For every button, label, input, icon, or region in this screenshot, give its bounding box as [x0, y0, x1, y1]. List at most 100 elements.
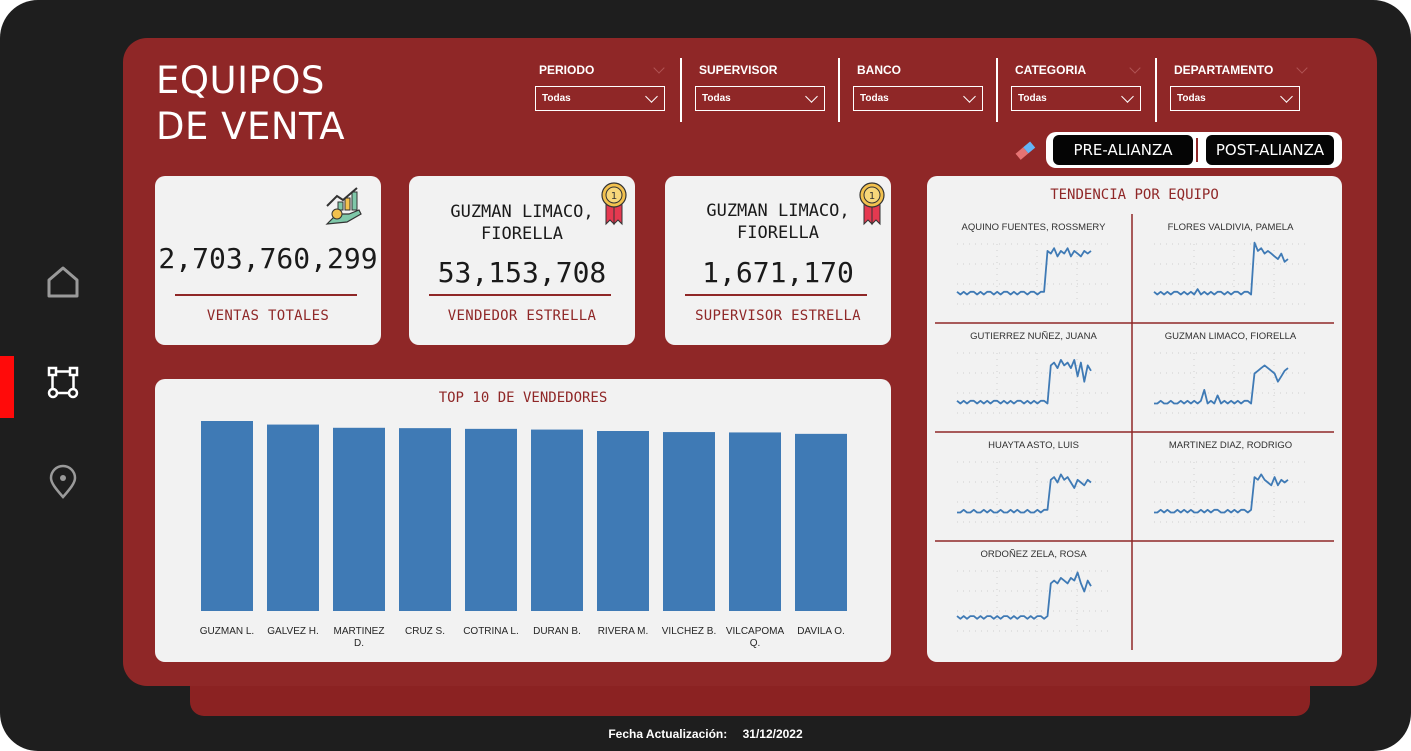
chevron-down-icon	[1121, 90, 1134, 103]
trend-series-label: GUZMAN LIMACO, FIORELLA	[1165, 331, 1297, 342]
bar-category-label: D.	[354, 638, 364, 649]
bar-category-label: RIVERA M.	[598, 626, 649, 637]
kpi-seller-name: GUZMAN LIMACO, FIORELLA	[409, 201, 635, 245]
footer-update-date: Fecha Actualización: 31/12/2022	[0, 727, 1411, 741]
bar-category-label: COTRINA L.	[463, 626, 519, 637]
kpi-seller-name-line2: FIORELLA	[481, 224, 563, 244]
bar-category-label: MARTINEZ	[334, 626, 385, 637]
trend-line[interactable]	[956, 358, 1092, 405]
filter-label: CATEGORIA	[1015, 63, 1087, 77]
kpi-divider	[429, 294, 611, 296]
filter-divider	[996, 58, 998, 122]
filter-label: SUPERVISOR	[699, 63, 778, 77]
bar-category-label: VILCAPOMA	[726, 626, 785, 637]
filter-label: DEPARTAMENTO	[1174, 63, 1274, 77]
bar-category-label: CRUZ S.	[405, 626, 445, 637]
filter-divider	[1155, 58, 1157, 122]
filter-banco: BANCO Todas	[853, 60, 985, 111]
trend-line[interactable]	[1154, 473, 1289, 514]
kpi-divider	[175, 294, 357, 296]
bar[interactable]	[465, 428, 517, 611]
filter-select[interactable]: Todas	[535, 86, 665, 111]
kpi-card-total: 2,703,760,299 VENTAS TOTALES	[155, 176, 381, 345]
trend-series-label: GUTIERREZ NUÑEZ, JUANA	[970, 331, 1097, 342]
filter-categoria: CATEGORIA Todas	[1011, 60, 1143, 111]
bar[interactable]	[663, 432, 715, 611]
filter-select[interactable]: Todas	[695, 86, 825, 111]
kpi-supervisor-value: 1,671,170	[702, 256, 854, 289]
eraser-icon[interactable]	[1013, 139, 1037, 163]
sales-growth-icon	[325, 187, 362, 225]
bar[interactable]	[795, 433, 847, 611]
home-icon[interactable]	[44, 263, 82, 301]
trend-line[interactable]	[1154, 364, 1289, 405]
kpi-supervisor-name-line1: GUZMAN LIMACO,	[706, 201, 850, 221]
filter-label: PERIODO	[539, 63, 595, 77]
flow-icon[interactable]	[44, 363, 82, 401]
kpi-total-value: 2,703,760,299	[158, 242, 378, 275]
trend-line[interactable]	[956, 571, 1092, 620]
footer-date: 31/12/2022	[742, 727, 803, 741]
page-title-line1: EQUIPOS	[156, 59, 325, 102]
kpi-card-supervisor: 1 GUZMAN LIMACO, FIORELLA 1,671,170 SUPE…	[665, 176, 891, 345]
page-title-line2: DE VENTA	[156, 105, 346, 148]
bar[interactable]	[399, 428, 451, 611]
post-alianza-button[interactable]: POST-ALIANZA	[1206, 135, 1334, 165]
bar[interactable]	[531, 429, 583, 611]
bar-category-label: VILCHEZ B.	[662, 626, 716, 637]
footer-label: Fecha Actualización:	[608, 727, 728, 741]
trend-series-label: HUAYTA ASTO, LUIS	[988, 440, 1079, 451]
filter-label: BANCO	[857, 63, 901, 77]
bar-chart: GUZMAN L. GALVEZ H. MARTINEZD. CRUZ S. COTRI…	[200, 421, 847, 649]
chevron-down-icon	[1280, 90, 1293, 103]
bar[interactable]	[729, 432, 781, 611]
nav-active-indicator	[0, 356, 14, 418]
kpi-seller-label: VENDEDOR ESTRELLA	[447, 308, 597, 324]
filter-select[interactable]: Todas	[1170, 86, 1300, 111]
trend-series-label: ORDOÑEZ ZELA, ROSA	[980, 549, 1087, 560]
filter-select[interactable]: Todas	[853, 86, 983, 111]
bar-category-label: DAVILA O.	[797, 626, 845, 637]
location-pin-icon[interactable]	[44, 463, 82, 501]
filter-value: Todas	[860, 93, 889, 104]
chevron-down-icon	[645, 90, 658, 103]
trend-line[interactable]	[1153, 241, 1289, 296]
filter-periodo: PERIODO Todas	[535, 60, 667, 111]
bar[interactable]	[333, 427, 385, 611]
bar-category-label: GUZMAN L.	[200, 626, 254, 637]
toggle-separator	[1196, 138, 1198, 162]
filter-value: Todas	[1018, 93, 1047, 104]
bar[interactable]	[267, 424, 319, 611]
trend-line[interactable]	[957, 473, 1092, 514]
bar-category-label: GALVEZ H.	[267, 626, 319, 637]
kpi-seller-value: 53,153,708	[437, 256, 607, 289]
kpi-supervisor-label: SUPERVISOR ESTRELLA	[695, 308, 861, 324]
trend-series-label: AQUINO FUENTES, ROSSMERY	[962, 222, 1107, 233]
bar[interactable]	[597, 431, 649, 611]
bar-category-label: Q.	[750, 638, 761, 649]
page-title: EQUIPOS DE VENTA	[156, 58, 345, 150]
filter-value: Todas	[1177, 93, 1206, 104]
kpi-supervisor-name-line2: FIORELLA	[737, 223, 819, 243]
kpi-divider	[685, 294, 867, 296]
filter-supervisor: SUPERVISOR Todas	[695, 60, 827, 111]
bar-category-label: DURAN B.	[533, 626, 581, 637]
kpi-card-seller: 1 GUZMAN LIMACO, FIORELLA 53,153,708 VEN…	[409, 176, 635, 345]
filter-value: Todas	[542, 93, 571, 104]
kpi-seller-name-line1: GUZMAN LIMACO,	[450, 202, 594, 222]
trend-chart-card: TENDENCIA POR EQUIPO AQUINO FUENTES, ROS…	[927, 176, 1342, 662]
filter-select[interactable]: Todas	[1011, 86, 1141, 111]
alliance-toggle: PRE-ALIANZA POST-ALIANZA	[1046, 132, 1342, 168]
trend-series-label: FLORES VALDIVIA, PAMELA	[1168, 222, 1294, 233]
chevron-down-icon	[963, 90, 976, 103]
filter-divider	[838, 58, 840, 122]
filter-divider	[680, 58, 682, 122]
trend-small-multiples: AQUINO FUENTES, ROSSMERY FLORES VALDIVIA,…	[935, 214, 1334, 650]
top-sellers-chart-card: TOP 10 DE VENDEDORES GUZMAN L. GALVEZ H. M…	[155, 379, 891, 662]
kpi-total-label: VENTAS TOTALES	[206, 308, 330, 324]
bar[interactable]	[201, 421, 253, 611]
chevron-down-icon	[805, 90, 818, 103]
pre-alianza-button[interactable]: PRE-ALIANZA	[1053, 135, 1193, 165]
trend-line[interactable]	[956, 247, 1092, 296]
filter-departamento: DEPARTAMENTO Todas	[1170, 60, 1308, 111]
